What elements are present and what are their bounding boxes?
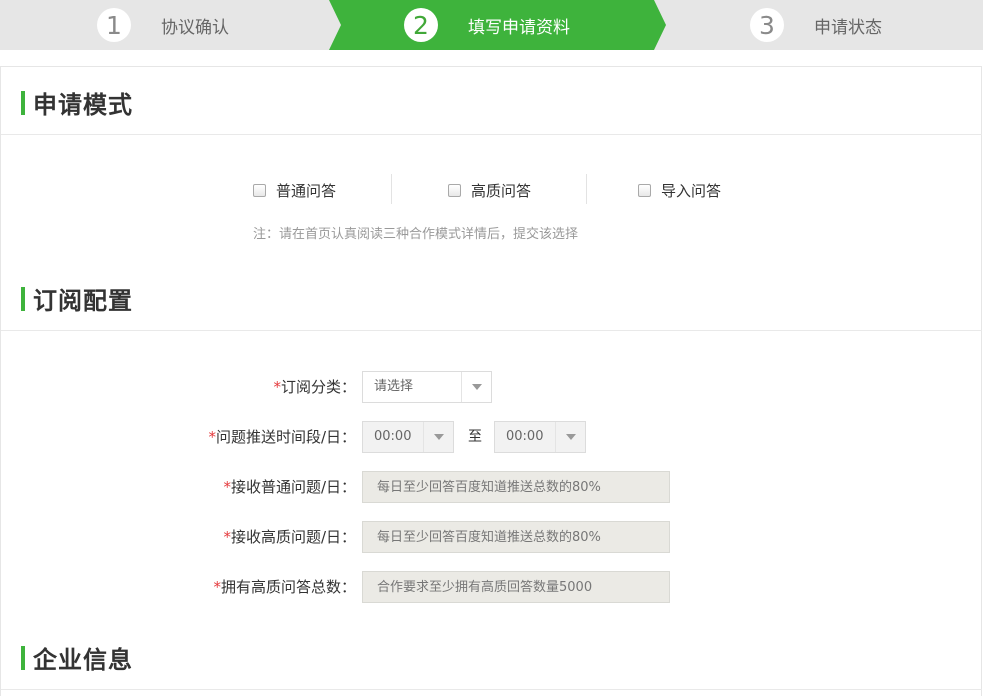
step-label: 协议确认: [161, 17, 229, 38]
row-normal-questions: *接收普通问题/日：: [1, 471, 982, 503]
step-1: 1 协议确认: [97, 0, 229, 50]
label-text: 接收普通问题/日：: [230, 478, 356, 496]
dropdown-arrow[interactable]: [461, 372, 491, 402]
mode-note: 注：请在首页认真阅读三种合作模式详情后，提交该选择: [253, 227, 579, 242]
section-header-subscription: 订阅配置: [1, 263, 982, 331]
section-title: 企业信息: [33, 646, 133, 674]
range-separator: 至: [468, 429, 482, 445]
field-label: *订阅分类：: [273, 371, 356, 403]
form-panel: 申请模式 普通问答 高质问答 导入问答 注：请在首页认真阅读三种合作模式详情后，…: [0, 66, 982, 696]
mode-options: 普通问答 高质问答 导入问答: [1, 175, 982, 205]
step-number: 2: [404, 8, 438, 42]
required-mark: *: [223, 528, 231, 546]
normal-questions-field[interactable]: [362, 471, 670, 503]
section-accent-bar: [21, 287, 25, 311]
row-category: *订阅分类： 请选择: [1, 371, 982, 403]
field-label: *接收高质问题/日：: [223, 521, 356, 553]
dropdown-arrow[interactable]: [555, 422, 585, 452]
step-number: 3: [750, 8, 784, 42]
push-end-select[interactable]: 00:00: [494, 421, 586, 453]
quality-total-field[interactable]: [362, 571, 670, 603]
row-quality-total: *拥有高质问答总数：: [1, 571, 982, 603]
select-value: 00:00: [374, 429, 412, 444]
quality-questions-field[interactable]: [362, 521, 670, 553]
step-label: 申请状态: [814, 17, 882, 38]
row-quality-questions: *接收高质问题/日：: [1, 521, 982, 553]
section-title: 订阅配置: [33, 287, 133, 315]
mode-label: 高质问答: [471, 181, 532, 200]
push-start-select[interactable]: 00:00: [362, 421, 454, 453]
mode-option-import[interactable]: 导入问答: [638, 175, 721, 205]
checkbox[interactable]: [253, 183, 266, 197]
section-header-mode: 申请模式: [1, 67, 982, 135]
checkbox[interactable]: [638, 183, 651, 197]
mode-label: 普通问答: [276, 181, 337, 200]
mode-option-quality[interactable]: 高质问答: [448, 175, 531, 205]
mode-label: 导入问答: [661, 181, 722, 200]
field-label: *接收普通问题/日：: [223, 471, 356, 503]
step-2: 2 填写申请资料: [404, 0, 570, 50]
required-mark: *: [213, 578, 221, 596]
section-accent-bar: [21, 646, 25, 670]
section-accent-bar: [21, 91, 25, 115]
checkbox[interactable]: [448, 183, 461, 197]
select-value: 请选择: [374, 379, 414, 394]
label-text: 订阅分类：: [280, 378, 356, 396]
step-3: 3 申请状态: [750, 0, 882, 50]
quality-questions-input[interactable]: [363, 522, 669, 552]
field-label: *拥有高质问答总数：: [213, 571, 356, 603]
category-select[interactable]: 请选择: [362, 371, 492, 403]
section-title: 申请模式: [33, 91, 133, 119]
row-push-time: *问题推送时间段/日： 00:00 至 00:00: [1, 421, 982, 453]
required-mark: *: [223, 478, 231, 496]
label-text: 问题推送时间段/日：: [215, 428, 356, 446]
divider: [391, 174, 392, 204]
caret-down-icon: [471, 384, 482, 390]
label-text: 接收高质问题/日：: [230, 528, 356, 546]
normal-questions-input[interactable]: [363, 472, 669, 502]
select-value: 00:00: [506, 429, 544, 444]
step-label: 填写申请资料: [468, 17, 570, 38]
required-mark: *: [273, 378, 281, 396]
mode-option-normal[interactable]: 普通问答: [253, 175, 336, 205]
divider: [586, 174, 587, 204]
caret-down-icon: [565, 434, 576, 440]
quality-total-input[interactable]: [363, 572, 669, 602]
dropdown-arrow[interactable]: [423, 422, 453, 452]
step-number: 1: [97, 8, 131, 42]
field-label: *问题推送时间段/日：: [208, 421, 356, 453]
section-header-company: 企业信息: [1, 622, 982, 690]
progress-steps: 1 协议确认 2 填写申请资料 3 申请状态: [0, 0, 983, 50]
label-text: 拥有高质问答总数：: [220, 578, 356, 596]
caret-down-icon: [433, 434, 444, 440]
required-mark: *: [208, 428, 216, 446]
